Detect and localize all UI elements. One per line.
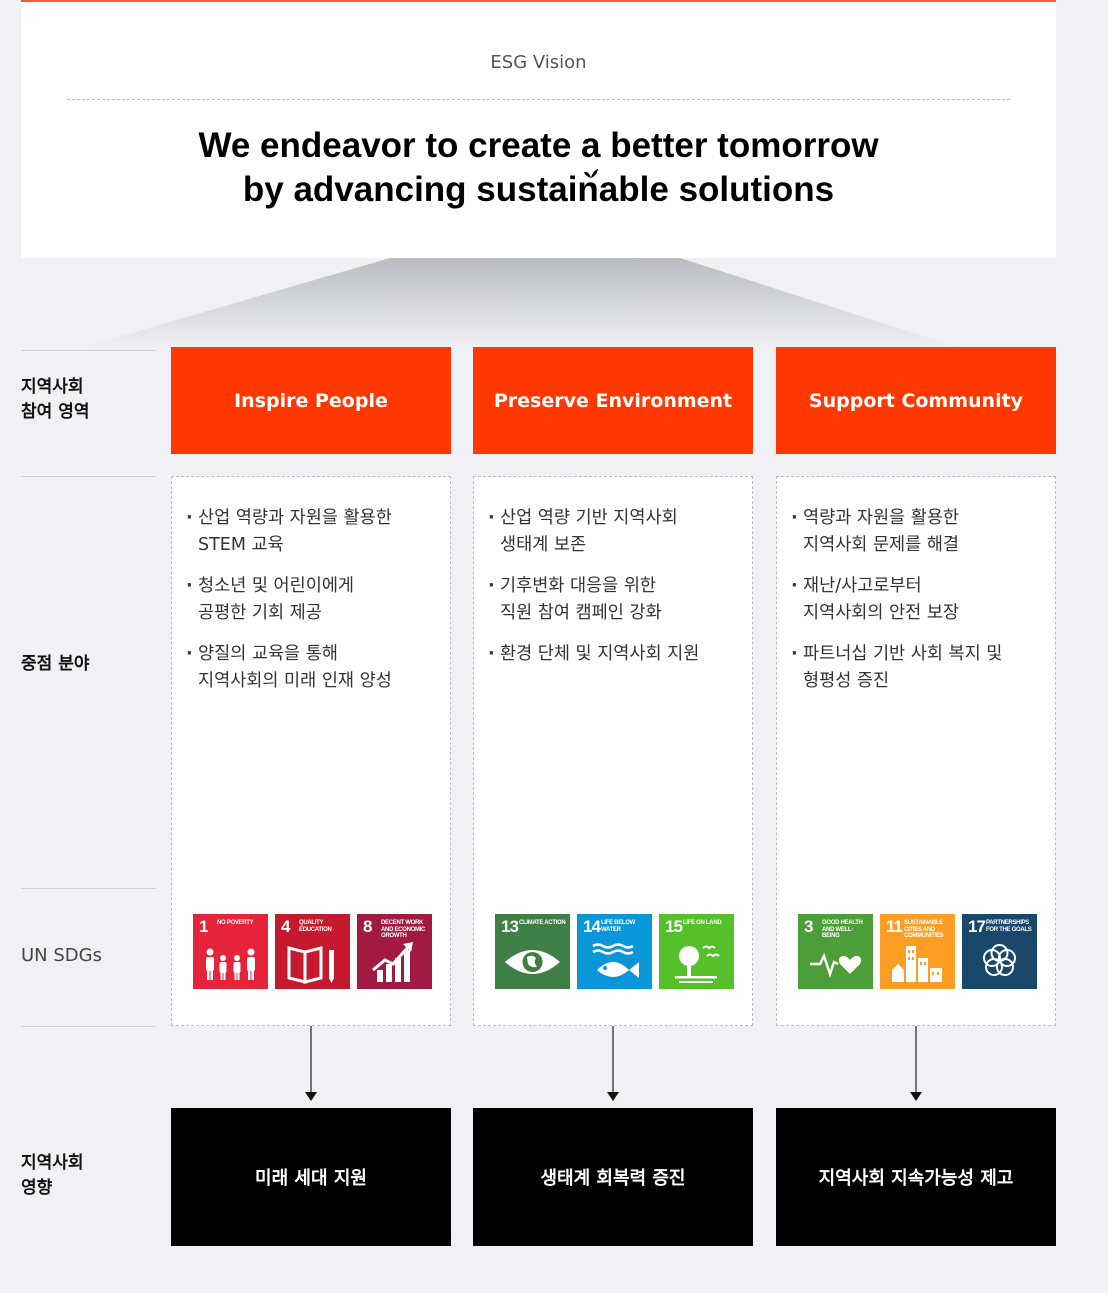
focus-box-inspire-people: 산업 역량과 자원을 활용한 STEM 교육 청소년 및 어린이에게 공평한 기… xyxy=(171,476,451,1026)
arrow-down-icon xyxy=(910,1026,922,1101)
focus-item: 환경 단체 및 지역사회 지원 xyxy=(488,641,742,668)
sdg-title: Partnerships for the Goals xyxy=(986,920,1032,933)
sdg-13-tile: 13 Climate Action xyxy=(495,914,570,989)
row-divider xyxy=(21,350,156,351)
vision-divider xyxy=(67,99,1010,100)
vision-statement: We endeavor to create a better tomorrow … xyxy=(21,124,1056,212)
sdg-4-tile: 4 Quality Education xyxy=(275,914,350,989)
growth-chart-icon xyxy=(372,942,413,982)
sdg-title: Good Health and Well-Being xyxy=(822,920,863,939)
row-label-impact: 지역사회 영향 xyxy=(21,1153,84,1198)
focus-list: 산업 역량 기반 지역사회 생태계 보존 기후변화 대응을 위한 직원 참여 캠… xyxy=(488,505,742,682)
city-icon xyxy=(892,946,942,982)
sdg-8-tile: 8 Decent Work and Economic Growth xyxy=(357,914,432,989)
arrow-down-icon xyxy=(305,1026,317,1101)
fish-icon xyxy=(592,943,639,978)
row-label-focus: 중점 분야 xyxy=(21,654,90,674)
sdg-11-tile: 11 Sustainable Cities and Communities xyxy=(880,914,955,989)
sdg-row: 3 Good Health and Well-Being 11 Sustaina… xyxy=(798,914,1037,989)
area-support-community: Support Community xyxy=(776,347,1056,454)
area-preserve-environment: Preserve Environment xyxy=(473,347,753,454)
focus-list: 산업 역량과 자원을 활용한 STEM 교육 청소년 및 어린이에게 공평한 기… xyxy=(186,505,440,709)
sdg-14-tile: 14 Life Below Water xyxy=(577,914,652,989)
sdg-number: 15 xyxy=(665,917,683,936)
sdg-title: Life Below Water xyxy=(601,920,635,933)
sdg-15-tile: 15 Life On Land xyxy=(659,914,734,989)
vision-funnel xyxy=(80,258,960,348)
sdg-number: 1 xyxy=(199,917,209,936)
sdg-title: No Poverty xyxy=(217,920,254,926)
eye-globe-icon xyxy=(505,950,560,974)
sdg-number: 4 xyxy=(281,917,291,936)
impact-ecosystem-resilience: 생태계 회복력 증진 xyxy=(473,1108,753,1246)
book-pencil-icon xyxy=(287,946,334,984)
row-label-sdgs: UN SDGs xyxy=(21,945,102,966)
focus-box-preserve-environment: 산업 역량 기반 지역사회 생태계 보존 기후변화 대응을 위한 직원 참여 캠… xyxy=(473,476,753,1026)
sdg-number: 14 xyxy=(583,917,601,936)
area-inspire-people: Inspire People xyxy=(171,347,451,454)
sdg-title: Sustainable Cities and Communities xyxy=(904,920,944,939)
sdg-number: 3 xyxy=(804,917,814,936)
sdg-title: Quality Education xyxy=(299,920,332,933)
focus-item: 역량과 자원을 활용한 지역사회 문제를 해결 xyxy=(791,505,1045,559)
focus-item: 재난/사고로부터 지역사회의 안전 보장 xyxy=(791,573,1045,627)
impact-future-generations: 미래 세대 지원 xyxy=(171,1108,451,1246)
row-divider xyxy=(21,1026,156,1027)
sdg-number: 17 xyxy=(968,917,986,936)
sdg-title: Climate Action xyxy=(519,920,566,926)
rings-icon xyxy=(983,944,1016,976)
row-divider xyxy=(21,888,156,889)
row-divider xyxy=(21,476,156,477)
focus-item: 청소년 및 어린이에게 공평한 기회 제공 xyxy=(186,573,440,627)
focus-item: 파트너십 기반 사회 복지 및 형평성 증진 xyxy=(791,641,1045,695)
focus-item: 기후변화 대응을 위한 직원 참여 캠페인 강화 xyxy=(488,573,742,627)
sdg-3-tile: 3 Good Health and Well-Being xyxy=(798,914,873,989)
vision-label: ESG Vision xyxy=(490,52,587,73)
focus-item: 산업 역량 기반 지역사회 생태계 보존 xyxy=(488,505,742,559)
sdg-row: 1 No Poverty 4 Quality Education xyxy=(193,914,432,989)
sdg-title: Decent Work and Economic Growth xyxy=(381,920,426,939)
sdg-1-tile: 1 No Poverty xyxy=(193,914,268,989)
impact-community-sustainability: 지역사회 지속가능성 제고 xyxy=(776,1108,1056,1246)
leaf-icon xyxy=(584,169,598,178)
focus-item: 양질의 교육을 통해 지역사회의 미래 인재 양성 xyxy=(186,641,440,695)
family-icon xyxy=(206,948,255,980)
sdg-title: Life On Land xyxy=(683,920,722,926)
sdg-number: 11 xyxy=(886,917,903,936)
esg-vision-card: ESG Vision We endeavor to create a bette… xyxy=(21,0,1056,258)
heartbeat-icon xyxy=(810,952,862,978)
focus-item: 산업 역량과 자원을 활용한 STEM 교육 xyxy=(186,505,440,559)
focus-list: 역량과 자원을 활용한 지역사회 문제를 해결 재난/사고로부터 지역사회의 안… xyxy=(791,505,1045,709)
sdg-row: 13 Climate Action 14 Life Below Water 15 xyxy=(495,914,734,989)
row-label-areas: 지역사회 참여 영역 xyxy=(21,377,90,422)
vision-statement-line1: We endeavor to create a better tomorrow xyxy=(198,126,879,165)
vision-statement-line2: by advancing sustainable solutions xyxy=(242,170,835,209)
sdg-number: 13 xyxy=(501,917,519,936)
sdg-17-tile: 17 Partnerships for the Goals xyxy=(962,914,1037,989)
tree-icon xyxy=(675,945,720,983)
arrow-down-icon xyxy=(607,1026,619,1101)
focus-box-support-community: 역량과 자원을 활용한 지역사회 문제를 해결 재난/사고로부터 지역사회의 안… xyxy=(776,476,1056,1026)
sdg-number: 8 xyxy=(363,917,373,936)
